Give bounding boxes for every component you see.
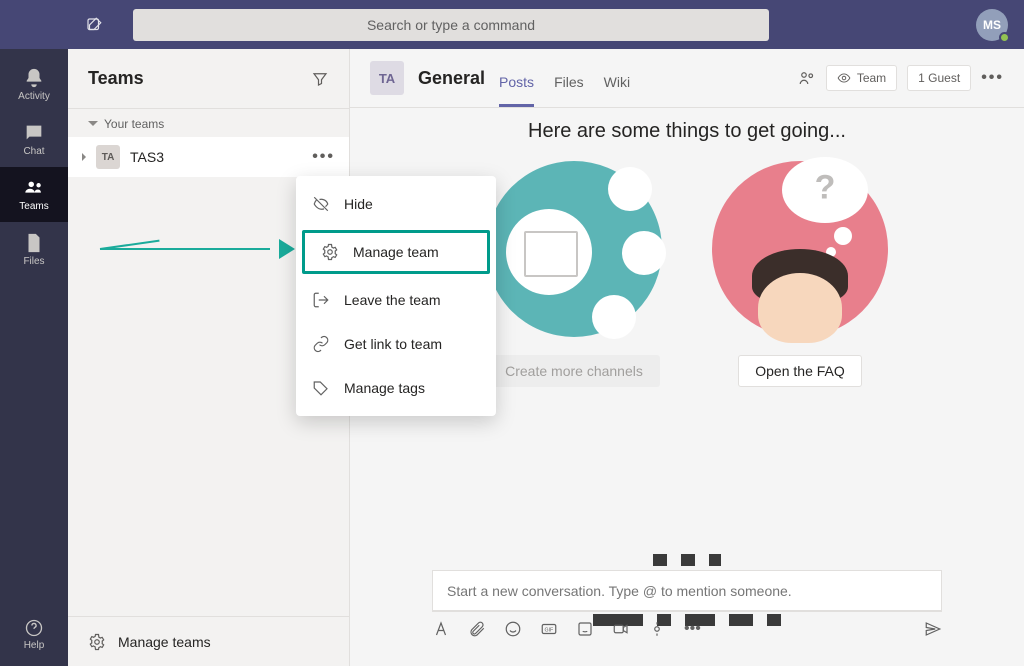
compose-input[interactable]: Start a new conversation. Type @ to ment…	[432, 570, 942, 612]
channel-name: General	[418, 68, 485, 89]
channel-badge: TA	[370, 61, 404, 95]
channel-tabs: Posts Files Wiki	[499, 49, 630, 107]
visibility-pill[interactable]: Team	[826, 65, 897, 91]
chat-icon	[23, 122, 45, 144]
compose-icon[interactable]	[85, 16, 103, 34]
section-label: Your teams	[104, 117, 164, 131]
manage-teams-button[interactable]: Manage teams	[68, 616, 349, 666]
svg-text:GIF: GIF	[545, 627, 554, 633]
menu-label: Hide	[344, 196, 373, 212]
hide-icon	[312, 195, 330, 213]
rail-chat[interactable]: Chat	[0, 112, 68, 167]
rail-help[interactable]: Help	[0, 607, 68, 662]
menu-hide[interactable]: Hide	[296, 182, 496, 226]
stream-icon[interactable]	[648, 620, 666, 638]
teams-section-header[interactable]: Your teams	[68, 109, 349, 137]
presence-available-icon	[999, 32, 1010, 43]
rail-label: Chat	[23, 146, 44, 157]
compose-more-icon[interactable]: •••	[684, 620, 701, 638]
meet-icon[interactable]	[612, 620, 630, 638]
compose-area: Start a new conversation. Type @ to ment…	[432, 570, 942, 638]
menu-label: Manage tags	[344, 380, 425, 396]
leave-icon	[312, 291, 330, 309]
team-row[interactable]: TA TAS3 •••	[68, 137, 349, 177]
create-channels-button[interactable]: Create more channels	[488, 355, 660, 387]
card-create-channels: Create more channels	[486, 161, 662, 387]
menu-label: Get link to team	[344, 336, 442, 352]
attach-icon[interactable]	[468, 620, 486, 638]
menu-get-link[interactable]: Get link to team	[296, 322, 496, 366]
tab-files[interactable]: Files	[554, 74, 584, 107]
faq-illustration	[712, 161, 888, 337]
gif-icon[interactable]: GIF	[540, 620, 558, 638]
format-icon[interactable]	[432, 620, 450, 638]
channel-more-button[interactable]: •••	[981, 69, 1004, 87]
app-rail: Activity Chat Teams Files Help	[0, 49, 68, 666]
team-more-button[interactable]: •••	[312, 148, 335, 166]
rail-label: Activity	[18, 91, 50, 102]
rail-label: Files	[23, 256, 44, 267]
gear-icon	[321, 243, 339, 261]
teams-icon	[23, 177, 45, 199]
menu-label: Manage team	[353, 244, 439, 260]
rail-label: Help	[24, 640, 45, 651]
team-badge: TA	[96, 145, 120, 169]
channels-illustration	[486, 161, 662, 337]
manage-teams-label: Manage teams	[118, 634, 211, 650]
send-icon[interactable]	[924, 620, 942, 638]
title-bar: Search or type a command MS	[0, 0, 1024, 49]
tag-icon	[312, 379, 330, 397]
chevron-right-icon	[82, 153, 86, 161]
teams-panel-header: Teams	[68, 49, 349, 109]
guest-pill[interactable]: 1 Guest	[907, 65, 971, 91]
annotation-arrow	[100, 242, 295, 256]
link-icon	[312, 335, 330, 353]
bell-icon	[23, 67, 45, 89]
rail-activity[interactable]: Activity	[0, 57, 68, 112]
welcome-heading: Here are some things to get going...	[350, 120, 1024, 143]
rail-teams[interactable]: Teams	[0, 167, 68, 222]
tab-posts[interactable]: Posts	[499, 74, 534, 107]
card-faq: Open the FAQ	[712, 161, 888, 387]
search-input[interactable]: Search or type a command	[133, 9, 769, 41]
sticker-icon[interactable]	[576, 620, 594, 638]
menu-leave-team[interactable]: Leave the team	[296, 278, 496, 322]
filter-icon[interactable]	[311, 70, 329, 88]
visibility-label: Team	[857, 71, 886, 85]
gear-icon	[88, 633, 106, 651]
team-name: TAS3	[130, 149, 164, 165]
menu-label: Leave the team	[344, 292, 441, 308]
files-icon	[23, 232, 45, 254]
compose-toolbar: GIF •••	[432, 620, 942, 638]
menu-manage-team[interactable]: Manage team	[302, 230, 490, 274]
emoji-icon[interactable]	[504, 620, 522, 638]
rail-files[interactable]: Files	[0, 222, 68, 277]
open-faq-button[interactable]: Open the FAQ	[738, 355, 862, 387]
help-icon	[24, 618, 44, 638]
tab-wiki[interactable]: Wiki	[604, 74, 630, 107]
team-context-menu: Hide Manage team Leave the team Get link…	[296, 176, 496, 416]
menu-manage-tags[interactable]: Manage tags	[296, 366, 496, 410]
rail-label: Teams	[19, 201, 48, 212]
channel-header: TA General Posts Files Wiki Team 1 Guest…	[350, 49, 1024, 108]
org-icon[interactable]	[798, 69, 816, 87]
teams-title: Teams	[88, 68, 144, 89]
chevron-down-icon	[88, 121, 98, 126]
